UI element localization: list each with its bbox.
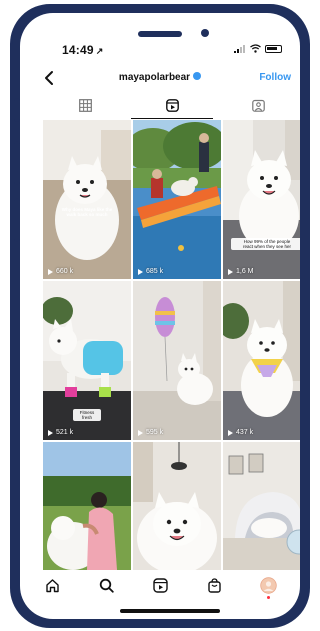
home-icon (45, 578, 59, 592)
reel-view-count: 660 k (48, 268, 73, 275)
notch-speaker (138, 31, 182, 37)
tab-reels[interactable] (129, 93, 216, 119)
reel-image-samoyed-on-couch (43, 120, 131, 279)
bottom-navigation (20, 570, 300, 600)
status-bar: 14:49 ↗ (20, 13, 300, 57)
phone-frame: 14:49 ↗ mayapolarbear Follow Why does Ma… (10, 4, 310, 628)
reel-thumbnail[interactable]: 685 k (133, 120, 221, 279)
reel-view-count: 437 k (228, 429, 253, 436)
location-icon: ↗ (95, 46, 104, 56)
reel-caption: Fitness fresh (73, 409, 101, 421)
notification-dot (267, 596, 270, 599)
search-icon (99, 578, 114, 593)
reel-image-samoyed-smiling-rug (223, 120, 300, 279)
reel-thumbnail[interactable] (43, 442, 131, 570)
reel-image-samoyed-closeup (133, 442, 221, 570)
cellular-signal-icon (234, 44, 245, 53)
tagged-icon (252, 99, 265, 112)
reels-grid: Why does Maya like the walk back so much… (43, 120, 300, 570)
profile-username-row: mayapolarbear (20, 72, 300, 83)
tab-grid[interactable] (42, 93, 129, 117)
nav-profile[interactable] (258, 575, 278, 599)
reel-thumbnail[interactable]: 595 k (133, 281, 221, 440)
screen: 14:49 ↗ mayapolarbear Follow Why does Ma… (20, 13, 300, 619)
play-icon (48, 429, 53, 436)
play-icon (228, 268, 233, 275)
nav-reels[interactable] (150, 575, 170, 595)
notch-camera (201, 29, 209, 37)
reel-thumbnail[interactable]: Why does Maya like the walk back so much… (43, 120, 131, 279)
reels-icon (152, 577, 168, 593)
verified-badge-icon (193, 72, 202, 81)
profile-tabs (42, 93, 300, 119)
reel-thumbnail[interactable]: Fitness fresh 521 k (43, 281, 131, 440)
wifi-icon (250, 44, 261, 53)
battery-icon (265, 44, 282, 53)
reel-thumbnail[interactable]: How 99% of the people react when they se… (223, 120, 300, 279)
reel-image-samoyed-with-balloon (133, 281, 221, 440)
reel-view-count: 1,6 M (228, 268, 254, 275)
grid-icon (78, 98, 92, 112)
play-icon (48, 268, 53, 275)
tab-tagged[interactable] (215, 93, 300, 117)
reel-image-samoyed-with-bandana (223, 281, 300, 440)
reel-view-count: 595 k (138, 429, 163, 436)
reel-view-count: 685 k (138, 268, 163, 275)
reels-icon (165, 98, 179, 112)
profile-username: mayapolarbear (118, 72, 191, 83)
follow-button[interactable]: Follow (259, 72, 291, 83)
home-indicator (120, 609, 220, 613)
reel-thumbnail[interactable] (223, 442, 300, 570)
profile-header: mayapolarbear Follow (20, 68, 300, 94)
nav-search[interactable] (96, 575, 116, 595)
shop-bag-icon (207, 577, 221, 593)
status-time: 14:49 ↗ (62, 43, 104, 57)
nav-shop[interactable] (204, 575, 224, 595)
reel-image-woman-hugging-samoyed (43, 442, 131, 570)
status-icons (234, 44, 282, 53)
reel-caption: Why does Maya like the walk back so much (61, 207, 113, 217)
reel-thumbnail[interactable] (133, 442, 221, 570)
play-icon (138, 429, 143, 436)
nav-home[interactable] (42, 575, 62, 595)
reel-caption: How 99% of the people react when they se… (231, 238, 300, 250)
reel-view-count: 521 k (48, 429, 73, 436)
play-icon (228, 429, 233, 436)
reel-image-dog-on-pool-slide (133, 120, 221, 279)
avatar (259, 576, 277, 594)
reel-thumbnail[interactable]: 437 k (223, 281, 300, 440)
play-icon (138, 268, 143, 275)
reel-image-dog-in-pet-bed (223, 442, 300, 570)
